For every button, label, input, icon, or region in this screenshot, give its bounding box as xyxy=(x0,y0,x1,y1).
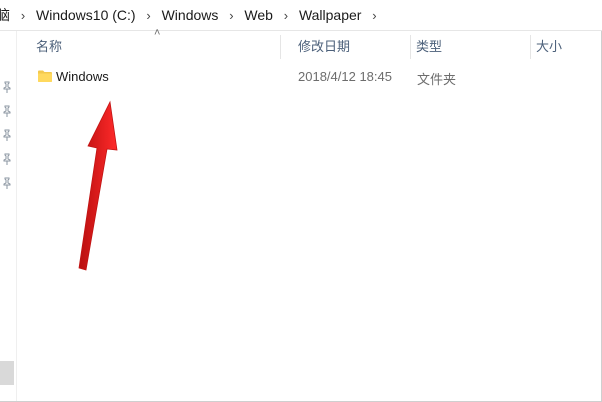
breadcrumb-web[interactable]: Web xyxy=(240,7,277,23)
file-modified: 2018/4/12 18:45 xyxy=(298,69,392,84)
nav-scrollbar-thumb[interactable] xyxy=(0,361,14,385)
chevron-right-icon[interactable]: › xyxy=(365,8,383,23)
pin-icon[interactable] xyxy=(1,177,13,189)
chevron-right-icon[interactable]: › xyxy=(277,8,295,23)
column-header-name[interactable]: 名称 xyxy=(18,31,280,63)
pin-icon[interactable] xyxy=(1,129,13,141)
breadcrumb-wallpaper[interactable]: Wallpaper xyxy=(295,7,366,23)
chevron-right-icon[interactable]: › xyxy=(14,8,32,23)
pin-icon[interactable] xyxy=(1,81,13,93)
address-bar[interactable]: 脑 › Windows10 (C:) › Windows › Web › Wal… xyxy=(0,0,602,31)
folder-icon xyxy=(38,70,52,82)
column-header-modified[interactable]: 修改日期 xyxy=(280,31,410,63)
column-header-row: ˄ 名称 修改日期 类型 大小 xyxy=(18,27,602,63)
pin-icon[interactable] xyxy=(1,105,13,117)
file-type: 文件夹 xyxy=(417,72,457,87)
breadcrumb-drive[interactable]: Windows10 (C:) xyxy=(32,7,140,23)
chevron-right-icon[interactable]: › xyxy=(222,8,240,23)
file-row[interactable]: Windows 2018/4/12 18:45 文件夹 xyxy=(18,64,578,90)
pin-icon[interactable] xyxy=(1,153,13,165)
chevron-right-icon[interactable]: › xyxy=(140,8,158,23)
column-header-type[interactable]: 类型 xyxy=(398,31,518,63)
breadcrumb-windows[interactable]: Windows xyxy=(158,7,223,23)
column-header-size[interactable]: 大小 xyxy=(518,31,602,63)
breadcrumb-partial[interactable]: 脑 xyxy=(0,5,14,25)
navigation-pane[interactable] xyxy=(0,31,17,401)
file-name[interactable]: Windows xyxy=(56,69,109,84)
